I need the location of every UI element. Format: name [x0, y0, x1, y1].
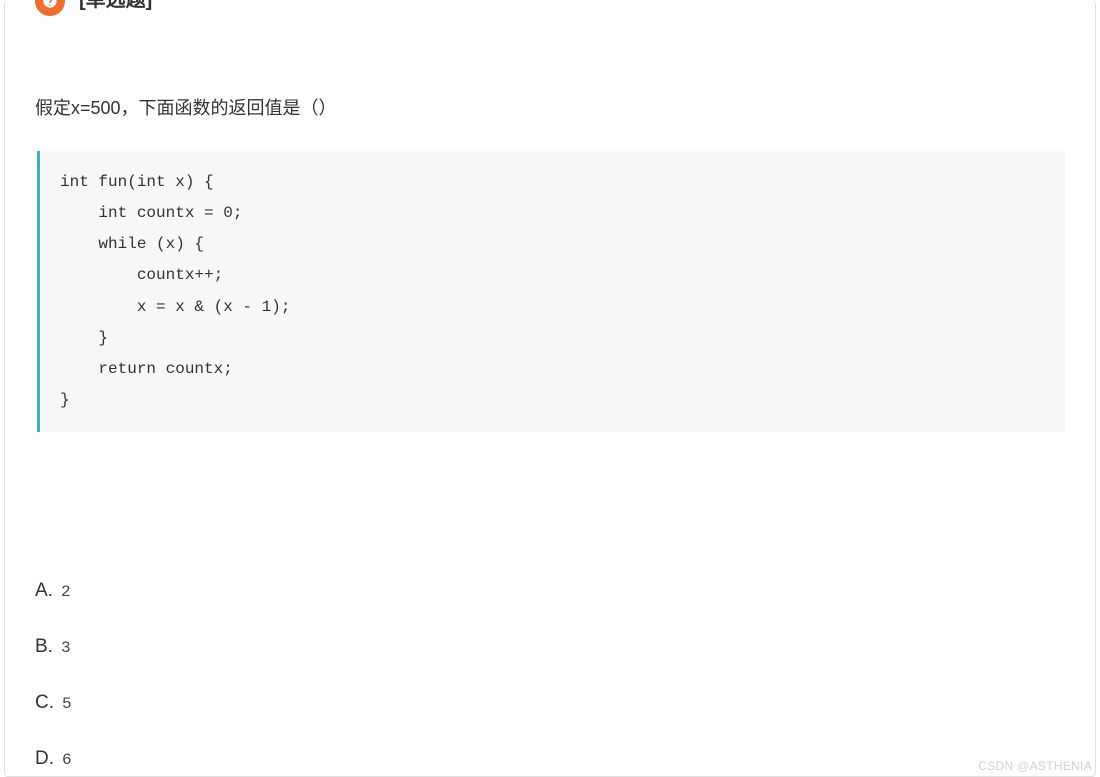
watermark: CSDN @ASTHENIA — [978, 759, 1092, 773]
question-type-label: [单选题] — [79, 0, 152, 12]
question-text: 假定x=500，下面函数的返回值是（） — [35, 94, 1065, 123]
option-c[interactable]: C. 5 — [35, 692, 1065, 714]
question-header: [单选题] — [5, 0, 1095, 16]
question-card: [单选题] 假定x=500，下面函数的返回值是（） int fun(int x)… — [4, 0, 1096, 777]
option-letter: D. — [35, 748, 54, 770]
options-list: A. 2 B. 3 C. 5 D. 6 — [35, 580, 1065, 770]
option-letter: B. — [35, 636, 53, 658]
option-d[interactable]: D. 6 — [35, 748, 1065, 770]
option-letter: A. — [35, 580, 53, 602]
option-letter: C. — [35, 692, 54, 714]
option-value: 6 — [62, 751, 72, 769]
question-content: 假定x=500，下面函数的返回值是（） int fun(int x) { int… — [5, 94, 1095, 770]
option-value: 5 — [62, 695, 72, 713]
option-a[interactable]: A. 2 — [35, 580, 1065, 602]
option-value: 2 — [61, 583, 71, 601]
option-b[interactable]: B. 3 — [35, 636, 1065, 658]
option-value: 3 — [61, 639, 71, 657]
question-mark-icon — [35, 0, 65, 16]
code-block: int fun(int x) { int countx = 0; while (… — [37, 151, 1065, 433]
